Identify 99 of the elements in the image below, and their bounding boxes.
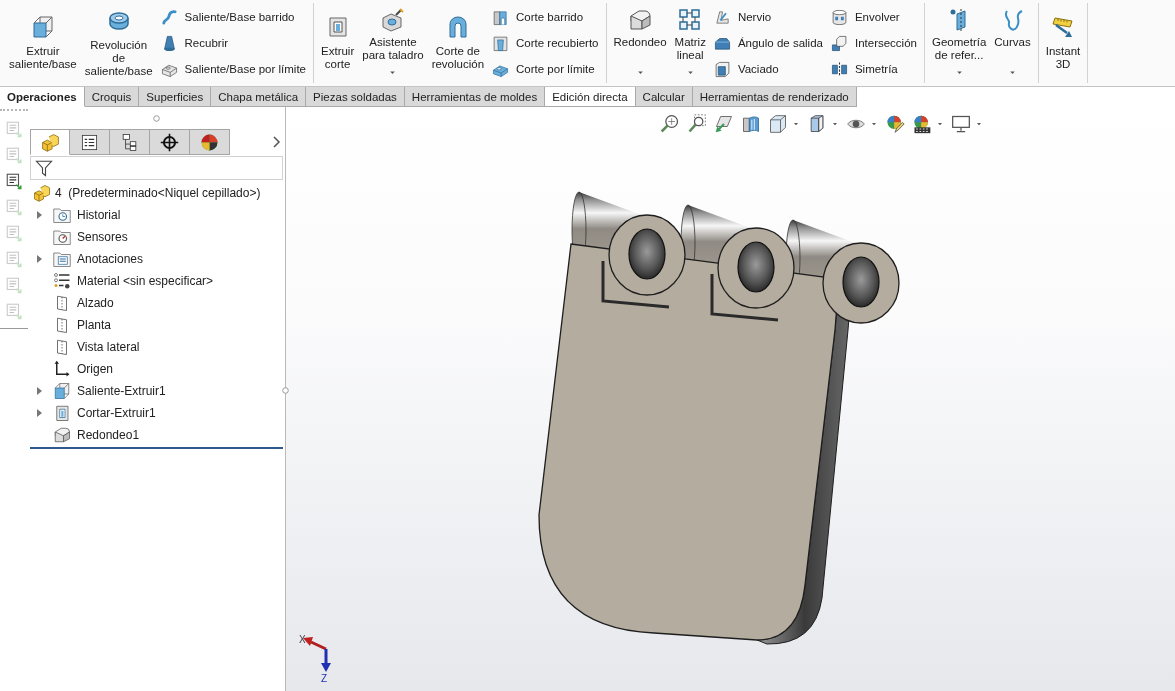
folder-gauge-icon [53,228,71,246]
bracket-arrow-icon [713,8,731,26]
quartered-ball-icon [200,132,219,152]
ribbon-button[interactable]: Simetría [827,57,920,81]
z-axis-arrow [321,649,331,672]
panel-tab[interactable] [150,129,190,155]
hollow-box-icon [713,60,731,78]
square-grid-icon [678,8,703,32]
filter-field[interactable] [30,156,283,180]
ribbon-button[interactable]: Recubrir [157,31,309,55]
ribbon-button[interactable]: Extruir saliente/base [5,3,81,83]
filter-icon [35,159,53,177]
folder-clock-icon [53,206,71,224]
tree-item-label[interactable]: Redondeo1 [77,428,140,442]
tree-item-label[interactable]: Cortar-Extruir1 [77,406,156,420]
caret-icon[interactable] [870,120,878,128]
ribbon-button[interactable]: Instant 3D [1041,3,1085,83]
ribbon-button[interactable]: Corte por límite [489,57,602,81]
magnifier-dashed-box-icon[interactable] [687,114,707,134]
ribbon-button[interactable]: Nervio [710,5,826,29]
monitor-icon[interactable] [951,114,971,134]
expand-arrow-icon[interactable] [35,255,43,263]
tree-item-label[interactable]: Origen [77,362,114,376]
panel-tab[interactable] [70,129,110,155]
ribbon-tab[interactable]: Herramientas de renderizado [692,87,857,107]
rounded-cube-icon [628,8,653,32]
ribbon-tab[interactable]: Piezas soldadas [306,87,405,107]
drilled-block-icon [380,8,405,32]
mirror-icon [830,60,848,78]
tree-item-label[interactable]: Alzado [77,296,114,310]
expand-arrow-icon[interactable] [35,409,43,417]
tree-item-label[interactable]: Anotaciones [77,252,144,266]
tapered-cut-icon [492,34,510,52]
splitter-grip-icon[interactable] [282,387,289,394]
origin-axes-icon [53,360,71,378]
ribbon-button[interactable]: Corte de revolución [427,3,489,83]
ribbon-button[interactable]: Extruir corte [317,3,359,83]
magnifier-plus-icon[interactable] [660,114,680,134]
chevron-right-icon[interactable] [273,136,281,148]
caret-icon[interactable] [975,120,983,128]
part-icon [33,184,51,202]
ruler-arrow-icon [1051,15,1075,39]
ribbon-button[interactable]: Corte barrido [489,5,602,29]
configuration-tree-icon [120,132,139,152]
cylinder-icon [830,8,848,26]
cube-icon[interactable] [768,114,788,134]
ribbon-button[interactable]: Curvas [990,3,1035,83]
tree-item-label[interactable]: Saliente-Extruir1 [77,384,166,398]
caret-icon[interactable] [792,120,800,128]
axis-label: X [299,634,306,645]
part-icon [40,132,60,152]
ribbon-button[interactable]: Vaciado [710,57,826,81]
arch-cut-block-icon [492,8,510,26]
ribbon-button[interactable]: Envolver [827,5,920,29]
caret-icon[interactable] [831,120,839,128]
s-curve-icon [160,8,178,26]
ribbon-tab[interactable]: Calcular [635,87,693,107]
ribbon-tab[interactable]: Chapa metálica [211,87,307,107]
plane-arrow-icon[interactable] [714,114,734,134]
ribbon-tab[interactable]: Superficies [139,87,212,107]
ribbon-button[interactable]: Saliente/Base barrido [157,5,309,29]
tree-item-label[interactable]: 4 (Predeterminado<Niquel cepillado>) [55,186,261,200]
tree-item-label[interactable]: Planta [77,318,112,332]
ribbon-button[interactable]: Saliente/Base por límite [157,57,309,81]
crosshair-icon [160,132,179,152]
ball-pencil-icon[interactable] [885,114,905,134]
tree-item-label[interactable]: Sensores [77,230,128,244]
rounded-cube-icon [53,426,71,444]
ball-film-strip-icon[interactable] [912,114,932,134]
caret-icon[interactable] [936,120,944,128]
intersecting-cubes-icon [830,34,848,52]
ribbon-button[interactable]: Corte recubierto [489,31,602,55]
folder-document-icon [53,250,71,268]
ribbon-button[interactable]: Matriz lineal [670,3,710,83]
cut-block-icon [53,404,71,422]
ribbon-tab[interactable]: Edición directa [545,87,636,107]
tree-item-label[interactable]: Historial [77,208,121,222]
ribbon-button[interactable]: Revolución de saliente/base [80,3,157,83]
ribbon-button[interactable]: Intersección [827,31,920,55]
tree-item-label[interactable]: Vista lateral [77,340,140,354]
axis-label: Z [321,673,328,684]
panel-tab[interactable] [110,129,150,155]
sectioned-block-icon[interactable] [741,114,761,134]
grip-dot-icon[interactable] [153,114,160,122]
expand-arrow-icon[interactable] [35,211,43,219]
ribbon-tab[interactable]: Croquis [84,87,140,107]
note-frame-icon[interactable] [5,172,23,190]
material-list-icon [53,272,71,290]
extruded-block-icon [30,15,55,39]
expand-arrow-icon[interactable] [35,387,43,395]
property-list-icon [80,132,99,152]
panel-tab[interactable] [190,129,230,155]
ribbon-tab[interactable]: Herramientas de moldes [404,87,546,107]
ribbon-button[interactable]: Ángulo de salida [710,31,826,55]
ribbon-button[interactable]: Geometría de refer... [927,3,991,83]
ribbon-button[interactable]: Redondeo [609,3,671,83]
tree-item-label[interactable]: Material <sin especificar> [77,274,214,288]
extruded-block-icon [53,382,71,400]
ribbon-button[interactable]: Asistente para taladro [358,3,428,83]
